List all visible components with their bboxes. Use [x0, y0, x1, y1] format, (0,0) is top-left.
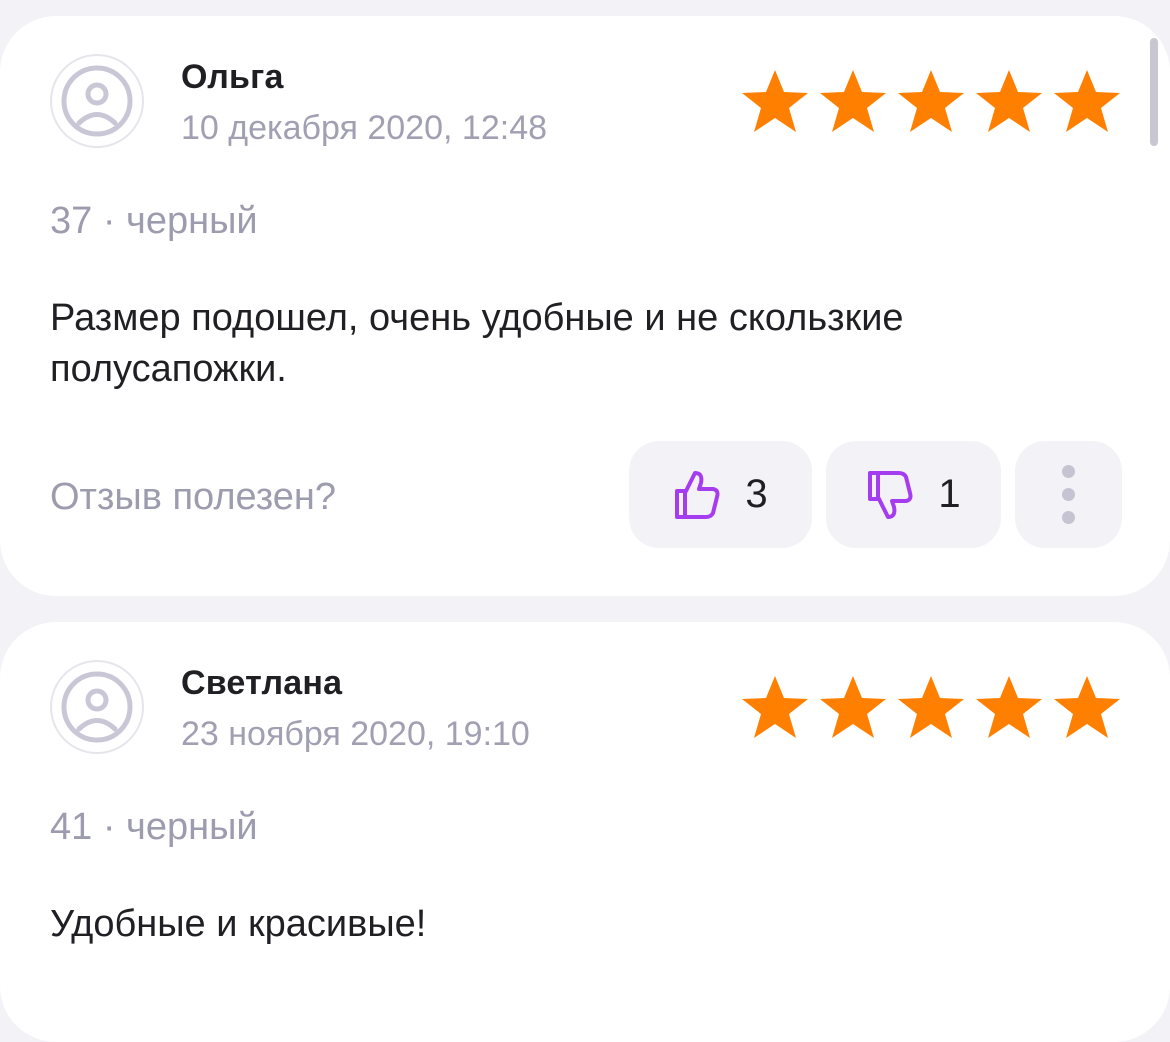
like-count: 3: [745, 472, 768, 516]
default-avatar-icon: [50, 54, 144, 148]
helpful-label: Отзыв полезен?: [50, 476, 337, 518]
star-icon: [820, 676, 886, 738]
review-card: Ольга 10 декабря 2020, 12:48 37 · черный…: [0, 16, 1170, 596]
review-date: 23 ноября 2020, 19:10: [181, 715, 530, 753]
author-name: Ольга: [181, 58, 284, 96]
dislike-button[interactable]: 1: [826, 441, 1001, 548]
star-icon: [742, 70, 808, 132]
star-rating: [740, 672, 1122, 742]
dot: [1062, 465, 1075, 478]
dot: [1062, 488, 1075, 501]
thumbs-down-icon: [868, 470, 913, 519]
star-icon: [742, 676, 808, 738]
dot: [1062, 511, 1075, 524]
star-icon: [820, 70, 886, 132]
default-avatar-icon: [50, 660, 144, 754]
product-variant: 37 · черный: [50, 200, 258, 242]
author-name: Светлана: [181, 664, 343, 702]
dislike-count: 1: [938, 472, 961, 516]
star-rating: [740, 66, 1122, 136]
review-card: Светлана 23 ноября 2020, 19:10 41 · черн…: [0, 622, 1170, 1042]
review-text: Размер подошел, очень удобные и не сколь…: [50, 297, 904, 390]
product-variant: 41 · черный: [50, 806, 258, 848]
star-icon: [976, 70, 1042, 132]
star-icon: [898, 676, 964, 738]
review-text: Удобные и красивые!: [50, 903, 427, 945]
star-icon: [898, 70, 964, 132]
scrollbar[interactable]: [1150, 38, 1158, 146]
star-icon: [1054, 676, 1120, 738]
star-icon: [976, 676, 1042, 738]
review-date: 10 декабря 2020, 12:48: [181, 109, 548, 147]
more-options-button[interactable]: [1015, 441, 1122, 548]
more-vertical-icon: [1062, 465, 1075, 524]
star-icon: [1054, 70, 1120, 132]
thumbs-up-icon: [675, 470, 720, 519]
like-button[interactable]: 3: [629, 441, 812, 548]
